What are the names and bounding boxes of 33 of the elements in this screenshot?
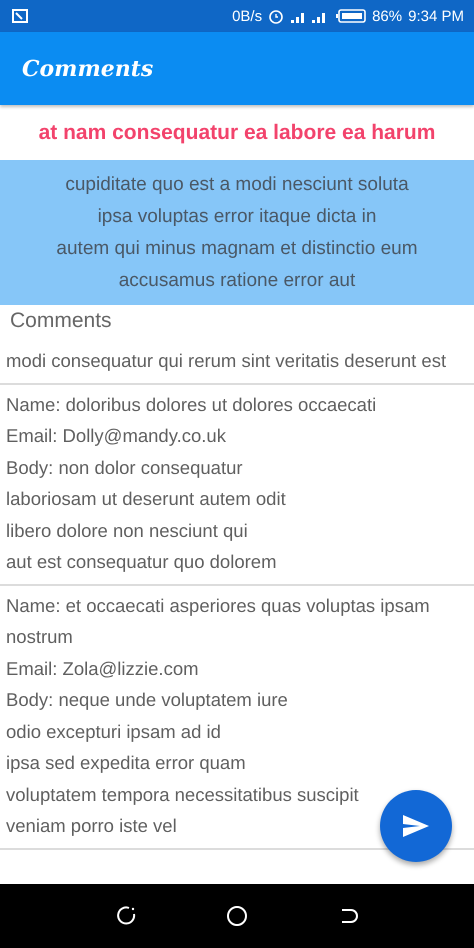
battery-icon [336, 9, 366, 23]
comment-line: Body: neque unde voluptatem iure [6, 688, 288, 712]
post-title: at nam consequatur ea labore ea harum [38, 120, 436, 146]
comment-line: Body: non dolor consequatur [6, 456, 243, 480]
post-body-line: cupiditate quo est a modi nesciunt soluta [65, 172, 409, 196]
network-speed: 0B/s [232, 8, 262, 24]
comment-line: Name: et occaecati asperiores quas voluptas ipsam nostrum [6, 594, 431, 649]
comments-heading: Comments [9, 308, 113, 334]
screenshot-icon [12, 9, 28, 23]
send-icon [402, 814, 430, 838]
comment-item[interactable]: modi consequatur qui rerum sint veritatis deserunt est [0, 341, 474, 384]
post-body-line: ipsa voluptas error itaque dicta in [98, 204, 376, 228]
comment-line: Email: Dolly@mandy.co.uk [6, 424, 226, 448]
clock: 9:34 PM [408, 8, 464, 24]
comment-item[interactable]: Name: doloribus dolores ut dolores occaecati Email: Dolly@mandy.co.uk Body: non dolor consequatur laboriosam ut deserunt autem odit libero dolore non nesciunt qui aut est consequatur quo dolorem [0, 384, 474, 586]
comment-line: laboriosam ut deserunt autem odit [6, 487, 286, 511]
comment-line: veniam porro iste vel [6, 814, 177, 838]
comment-line: voluptatem tempora necessitatibus suscipit [6, 782, 359, 807]
comment-line: Email: Zola@lizzie.com [6, 656, 199, 680]
app-title: Comments [22, 56, 154, 82]
comment-line: libero dolore non nesciunt qui [6, 518, 248, 543]
back-icon[interactable] [114, 905, 137, 927]
post-body-line: autem qui minus magnam et distinctio eum [56, 236, 418, 260]
comment-line: aut est consequatur quo dolorem [6, 550, 276, 574]
send-button[interactable] [380, 790, 452, 862]
comment-line: modi consequatur qui rerum sint veritatis deserunt est [6, 349, 446, 373]
comment-line: ipsa sed expedita error quam [6, 751, 246, 775]
comment-line: odio excepturi ipsam ad id [6, 720, 221, 744]
home-icon[interactable] [226, 905, 248, 927]
post-body-line: accusamus ratione error aut [118, 268, 356, 292]
comment-line: Name: doloribus dolores ut dolores occaecati [6, 392, 376, 416]
battery-percent: 86% [372, 8, 402, 24]
alarm-icon [268, 8, 284, 24]
